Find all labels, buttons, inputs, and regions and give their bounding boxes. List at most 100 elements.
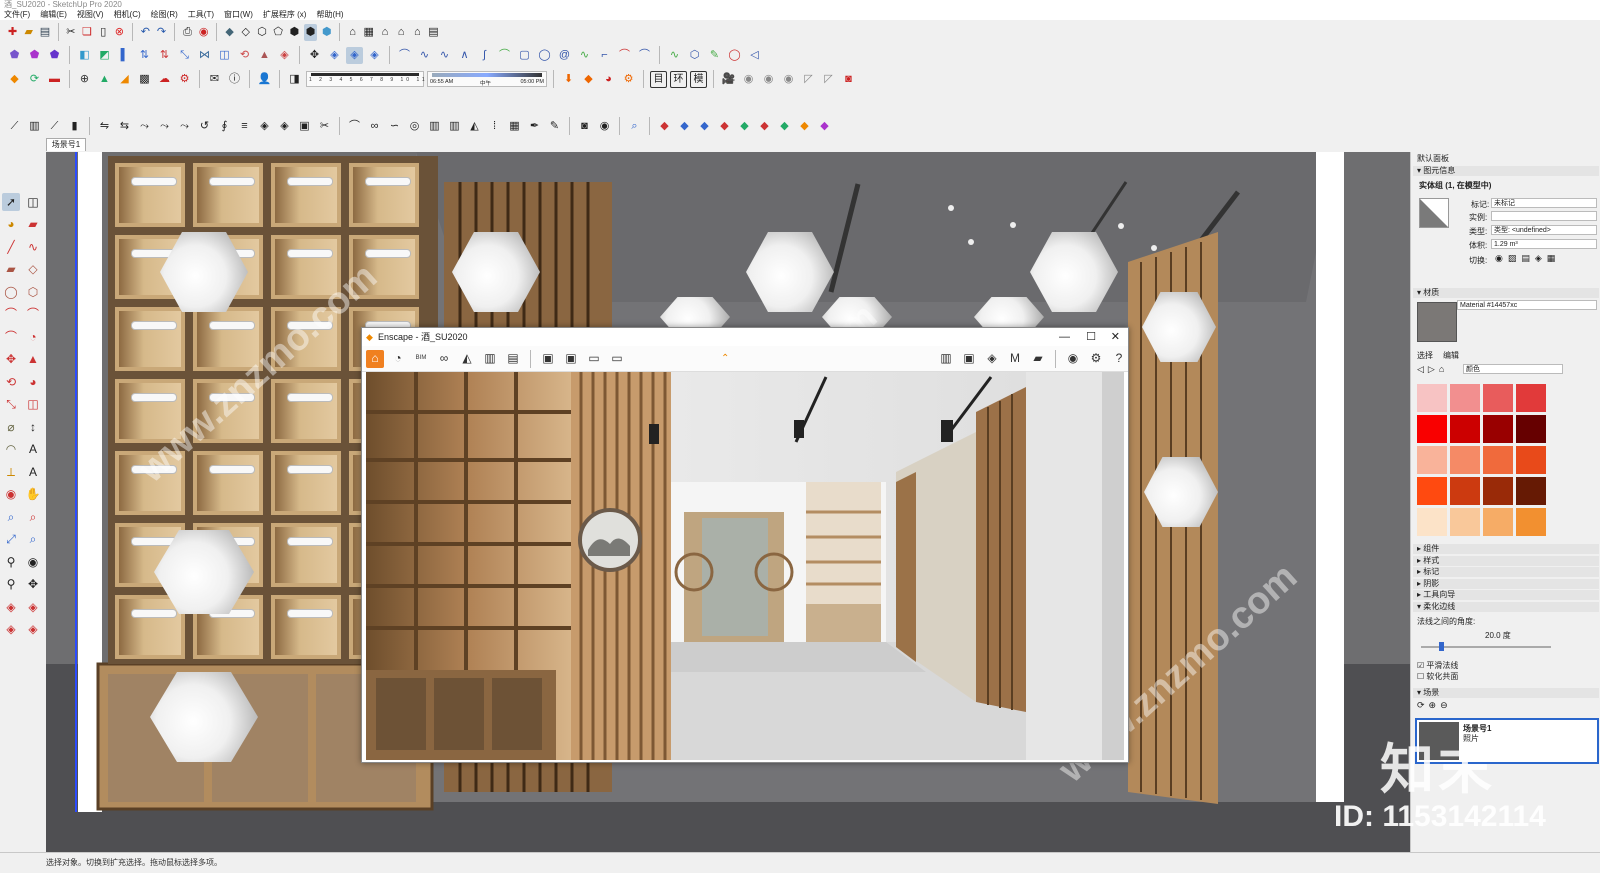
type-select[interactable]: 类型: <undefined> — [1491, 225, 1597, 235]
rotated-rect-icon[interactable]: ◇ — [24, 261, 42, 279]
export-icon[interactable]: ◆ — [580, 71, 597, 88]
column-icon[interactable]: ▥ — [26, 118, 43, 135]
scale-icon[interactable]: ⤡ — [176, 47, 193, 64]
shadow-toggle-icon[interactable]: ◨ — [286, 71, 303, 88]
polyline-icon[interactable]: ∧ — [456, 47, 473, 64]
binoculars-icon[interactable]: ∞ — [435, 350, 453, 368]
instance-input[interactable] — [1491, 211, 1597, 221]
flag2-icon[interactable]: ◸ — [820, 71, 837, 88]
flag-icon[interactable]: ◸ — [800, 71, 817, 88]
align-icon[interactable]: ⇆ — [116, 118, 133, 135]
entity-info-header[interactable]: ▾ 图元信息 — [1413, 166, 1599, 176]
pen-icon[interactable]: ✒ — [526, 118, 543, 135]
flip-icon[interactable]: ⋈ — [196, 47, 213, 64]
month-slider[interactable]: 1 2 3 4 5 6 7 8 9 10 11 12 — [306, 71, 441, 87]
menu-window[interactable]: 窗口(W) — [224, 9, 253, 20]
close-button[interactable]: ✕ — [1111, 328, 1120, 346]
new-icon[interactable]: ✚ — [6, 24, 19, 41]
eraser-icon[interactable]: ▰ — [24, 216, 42, 234]
color-swatch[interactable] — [1450, 415, 1480, 443]
paint-bucket-icon[interactable]: ◕ — [600, 71, 617, 88]
rectangle-icon[interactable]: ▰ — [2, 261, 20, 279]
lines-icon[interactable]: ≡ — [236, 118, 253, 135]
color-swatch[interactable] — [1516, 508, 1546, 536]
pillars-icon[interactable]: ▥ — [446, 118, 463, 135]
color-swatch[interactable] — [1450, 446, 1480, 474]
collapsed-section[interactable]: ▸ 样式 — [1413, 555, 1599, 566]
color-swatch[interactable] — [1417, 508, 1447, 536]
add-location-icon[interactable]: ⊕ — [76, 71, 93, 88]
solid-union-icon[interactable]: ⬟ — [6, 47, 23, 64]
hook-icon[interactable]: ⌐ — [596, 47, 613, 64]
split-icon[interactable]: ⇋ — [96, 118, 113, 135]
time-slider[interactable]: 06:55 AM 中午 05:00 PM — [427, 71, 547, 87]
section-cut-icon[interactable]: ◈ — [366, 47, 383, 64]
loop-icon[interactable]: ↺ — [196, 118, 213, 135]
axes-icon[interactable]: ✥ — [306, 47, 323, 64]
menu-draw[interactable]: 绘图(R) — [151, 9, 178, 20]
materials-header[interactable]: ▾ 材质 — [1413, 288, 1599, 298]
axes-tool-icon[interactable]: ⟂ — [2, 463, 20, 481]
section-plane-icon[interactable]: ◈ — [326, 47, 343, 64]
text-icon[interactable]: A — [24, 441, 42, 459]
section-fill-icon[interactable]: ◈ — [346, 46, 363, 64]
tape-icon[interactable]: ⌀ — [2, 418, 20, 436]
flip2-icon[interactable]: ◫ — [216, 47, 233, 64]
ramp-icon[interactable]: ⟋ — [46, 118, 63, 135]
layer-tool-6-icon[interactable]: ◆ — [756, 118, 773, 135]
scissors-icon[interactable]: ✂ — [316, 118, 333, 135]
protractor-icon[interactable]: ◠ — [2, 441, 20, 459]
pie-icon[interactable]: ◔ — [24, 328, 42, 346]
scene-tab[interactable]: 场景号1 — [46, 138, 86, 151]
previous-view-icon[interactable]: ⌕ — [24, 531, 42, 549]
map-icon[interactable]: ▥ — [937, 350, 955, 368]
hose-icon[interactable]: ∽ — [386, 118, 403, 135]
color-swatch[interactable] — [1417, 415, 1447, 443]
sandbox-4-icon[interactable]: ◈ — [24, 621, 42, 639]
record-icon[interactable]: ◙ — [840, 71, 857, 88]
section-tool-icon[interactable]: ✥ — [24, 576, 42, 594]
menu-edit[interactable]: 编辑(E) — [40, 9, 67, 20]
select-icon[interactable]: ➚ — [2, 193, 20, 211]
mail-icon[interactable]: ✉ — [206, 71, 223, 88]
color-swatch[interactable] — [1417, 477, 1447, 505]
move-icon[interactable]: ⇅ — [136, 47, 153, 64]
polygon-icon[interactable]: ⬡ — [686, 47, 703, 64]
clapper-icon[interactable]: ▤ — [504, 350, 522, 368]
sync-icon[interactable]: ⟳ — [26, 71, 43, 88]
layer-tool-2-icon[interactable]: ◆ — [676, 118, 693, 135]
wireframe-icon[interactable]: ⬡ — [255, 24, 268, 41]
terrain-icon[interactable]: ▲ — [96, 71, 113, 88]
globe-icon[interactable]: ◉ — [596, 118, 613, 135]
stretch-icon[interactable]: ⤳ — [136, 118, 153, 135]
menu-camera[interactable]: 相机(C) — [114, 9, 141, 20]
ellipse-icon[interactable]: ◯ — [726, 47, 743, 64]
fence-icon[interactable]: ▥ — [426, 118, 443, 135]
push-pull-icon[interactable]: ◧ — [76, 47, 93, 64]
undo-icon[interactable]: ↶ — [139, 24, 152, 41]
arc-tool-icon[interactable]: ⌒ — [2, 306, 20, 324]
back-edges-icon[interactable]: ◇ — [239, 24, 252, 41]
category-select[interactable]: 颜色 — [1463, 364, 1563, 374]
collapsed-section[interactable]: ▸ 组件 — [1413, 544, 1599, 554]
left-view-icon[interactable]: ▤ — [427, 24, 440, 41]
layer-tool-3-icon[interactable]: ◆ — [696, 118, 713, 135]
freehand-icon[interactable]: ∿ — [416, 47, 433, 64]
diamond-icon[interactable]: ◈ — [256, 118, 273, 135]
look-around-icon[interactable]: ◉ — [24, 553, 42, 571]
menu-tools[interactable]: 工具(T) — [188, 9, 214, 20]
monochrome-icon[interactable]: ⬢ — [320, 24, 333, 41]
array-icon[interactable]: ⁞ — [486, 118, 503, 135]
back-view-icon[interactable]: ⌂ — [411, 24, 424, 41]
settings-icon[interactable]: ⚙ — [1087, 350, 1105, 368]
wrench-icon[interactable]: ✎ — [706, 47, 723, 64]
color-swatch[interactable] — [1483, 477, 1513, 505]
curve-icon[interactable]: ⌒ — [496, 47, 513, 64]
bend-tool-icon[interactable]: ⤳ — [156, 118, 173, 135]
enscape-start-icon[interactable]: ◆ — [6, 71, 23, 88]
orbit-icon[interactable]: ▲ — [256, 47, 273, 64]
scene-tools[interactable]: ⟳⊕⊖ — [1417, 700, 1452, 711]
tag-select[interactable]: 未标记 — [1491, 198, 1597, 208]
collapsed-section[interactable]: ▸ 工具向导 — [1413, 590, 1599, 600]
rotate-tool2-icon[interactable]: ⟲ — [2, 373, 20, 391]
